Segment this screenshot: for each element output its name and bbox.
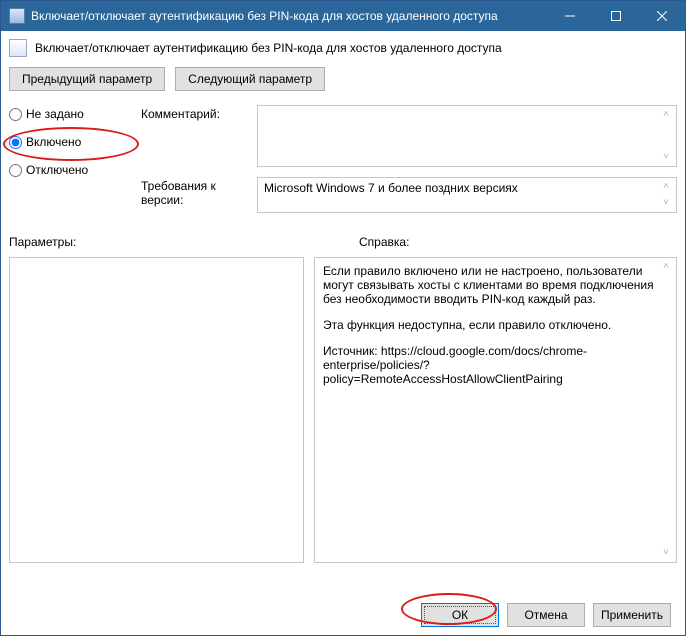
apply-button[interactable]: Применить	[593, 603, 671, 627]
scroll-up-icon[interactable]: ˄	[663, 110, 673, 120]
radio-enabled-label: Включено	[26, 135, 81, 149]
header-text: Включает/отключает аутентификацию без PI…	[35, 41, 502, 55]
cancel-button[interactable]: Отмена	[507, 603, 585, 627]
help-paragraph: Источник: https://cloud.google.com/docs/…	[323, 344, 658, 386]
radio-disabled-input[interactable]	[9, 164, 22, 177]
client-area: Включает/отключает аутентификацию без PI…	[1, 31, 685, 635]
comment-row: Комментарий: ˄ ˅	[141, 105, 677, 167]
scroll-down-icon[interactable]: ˅	[663, 198, 673, 208]
comment-label: Комментарий:	[141, 105, 251, 121]
scroll-down-icon[interactable]: ˅	[663, 548, 673, 558]
comment-field[interactable]: ˄ ˅	[257, 105, 677, 167]
scroll-up-icon[interactable]: ˄	[663, 262, 673, 272]
window-controls	[547, 1, 685, 31]
radio-enabled-input[interactable]	[9, 136, 22, 149]
close-button[interactable]	[639, 1, 685, 31]
radio-disabled-label: Отключено	[26, 163, 88, 177]
minimize-button[interactable]	[547, 1, 593, 31]
mid-section: Не задано Включено Отключено Комментарий…	[9, 105, 677, 223]
next-setting-button[interactable]: Следующий параметр	[175, 67, 325, 91]
policy-dialog: Включает/отключает аутентификацию без PI…	[0, 0, 686, 636]
policy-icon	[9, 39, 27, 57]
ok-button[interactable]: ОК	[421, 603, 499, 627]
help-paragraph: Эта функция недоступна, если правило отк…	[323, 318, 658, 332]
scroll-down-icon[interactable]: ˅	[663, 152, 673, 162]
previous-setting-button[interactable]: Предыдущий параметр	[9, 67, 165, 91]
panes-header: Параметры: Справка:	[9, 235, 677, 257]
help-paragraph: Если правило включено или не настроено, …	[323, 264, 658, 306]
details-column: Комментарий: ˄ ˅ Требования к версии: Mi…	[141, 105, 677, 223]
maximize-button[interactable]	[593, 1, 639, 31]
radio-disabled[interactable]: Отключено	[9, 163, 135, 177]
requirements-field: Microsoft Windows 7 и более поздних верс…	[257, 177, 677, 213]
radio-enabled[interactable]: Включено	[9, 135, 135, 149]
panes: Если правило включено или не настроено, …	[9, 257, 677, 595]
parameters-pane[interactable]	[9, 257, 304, 563]
radio-not-configured[interactable]: Не задано	[9, 107, 135, 121]
window-title: Включает/отключает аутентификацию без PI…	[31, 9, 547, 23]
radio-not-configured-input[interactable]	[9, 108, 22, 121]
state-radios: Не задано Включено Отключено	[9, 105, 135, 223]
app-icon	[9, 8, 25, 24]
titlebar: Включает/отключает аутентификацию без PI…	[1, 1, 685, 31]
requirements-row: Требования к версии: Microsoft Windows 7…	[141, 177, 677, 213]
radio-not-configured-label: Не задано	[26, 107, 84, 121]
parameters-label: Параметры:	[9, 235, 349, 249]
help-label: Справка:	[359, 235, 677, 249]
nav-buttons: Предыдущий параметр Следующий параметр	[9, 67, 677, 91]
help-pane[interactable]: Если правило включено или не настроено, …	[314, 257, 677, 563]
requirements-label: Требования к версии:	[141, 177, 251, 207]
scroll-up-icon[interactable]: ˄	[663, 182, 673, 192]
dialog-buttons: ОК Отмена Применить	[9, 595, 677, 627]
requirements-value: Microsoft Windows 7 и более поздних верс…	[264, 181, 518, 195]
header-row: Включает/отключает аутентификацию без PI…	[9, 39, 677, 57]
